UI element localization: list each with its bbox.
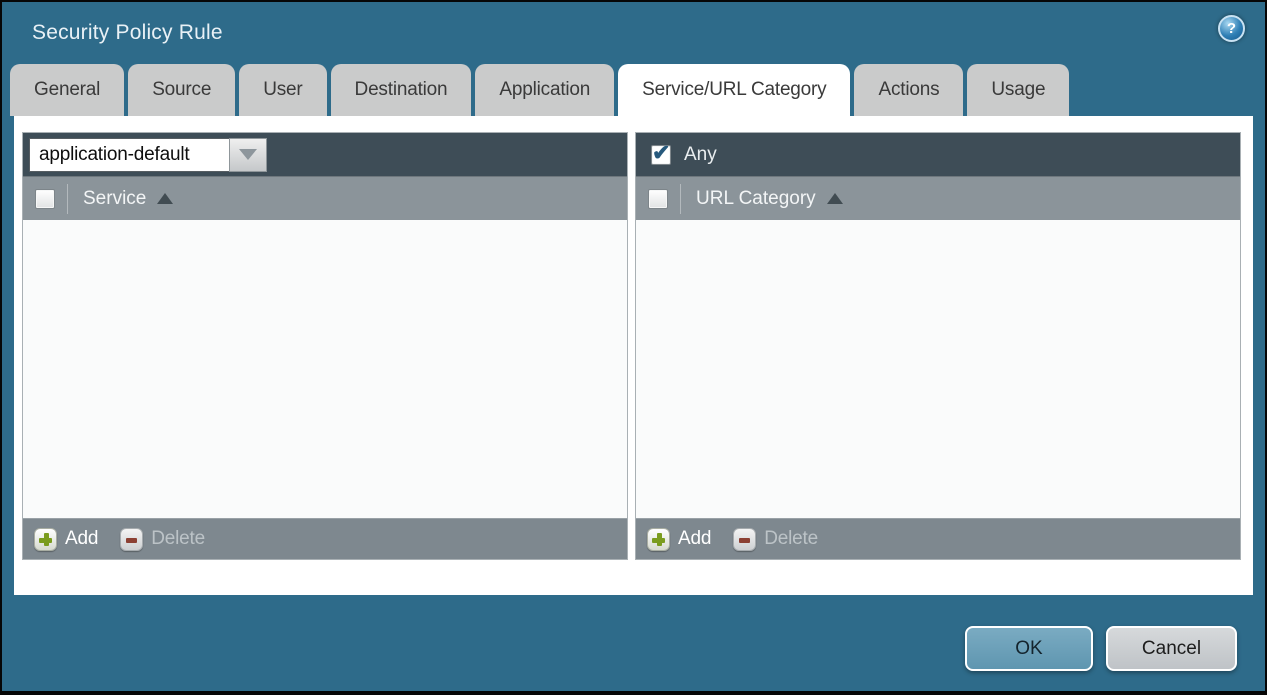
any-label: Any [684,144,717,166]
column-divider [67,184,68,214]
dialog-title: Security Policy Rule [32,21,223,45]
url-category-panel: ✔ Any URL Category Add [635,132,1241,560]
url-category-column-label: URL Category [696,188,816,210]
add-icon [34,528,57,551]
tab-actions[interactable]: Actions [854,64,963,116]
security-policy-rule-dialog: Security Policy Rule ? General Source Us… [0,0,1267,695]
url-category-toolbar: ✔ Any [636,133,1240,176]
service-list-body [23,220,627,518]
service-toolbar: application-default [23,133,627,176]
sort-ascending-icon [157,193,173,204]
dialog-button-row: OK Cancel [965,626,1237,671]
url-category-list-body [636,220,1240,518]
service-type-dropdown[interactable]: application-default [29,138,267,172]
tab-general[interactable]: General [10,64,124,116]
cancel-button[interactable]: Cancel [1106,626,1237,671]
add-button-label: Add [678,528,711,550]
service-add-button[interactable]: Add [34,528,98,551]
dialog-titlebar: Security Policy Rule ? [2,2,1265,64]
delete-icon [733,528,756,551]
tab-content-area: application-default Service [14,116,1253,595]
url-category-column-header[interactable]: URL Category [696,188,843,210]
url-category-add-button[interactable]: Add [647,528,711,551]
help-icon[interactable]: ? [1218,15,1245,42]
service-column-header[interactable]: Service [83,188,173,210]
add-button-label: Add [65,528,98,550]
chevron-down-icon [239,149,257,160]
service-column-label: Service [83,188,146,210]
sort-ascending-icon [827,193,843,204]
service-type-dropdown-value[interactable]: application-default [29,138,229,172]
column-divider [680,184,681,214]
url-category-delete-button[interactable]: Delete [733,528,818,551]
service-panel: application-default Service [22,132,628,560]
service-column-header-row: Service [23,176,627,220]
tab-usage[interactable]: Usage [967,64,1069,116]
add-icon [647,528,670,551]
tab-source[interactable]: Source [128,64,235,116]
service-footer: Add Delete [23,518,627,559]
dropdown-button[interactable] [229,138,267,172]
delete-icon [120,528,143,551]
ok-button[interactable]: OK [965,626,1093,671]
delete-button-label: Delete [151,528,205,550]
tab-destination[interactable]: Destination [331,64,472,116]
delete-button-label: Delete [764,528,818,550]
any-row: ✔ Any [642,144,717,166]
url-category-footer: Add Delete [636,518,1240,559]
tab-bar: General Source User Destination Applicat… [10,64,1265,116]
service-select-all-checkbox[interactable] [35,189,55,209]
service-delete-button[interactable]: Delete [120,528,205,551]
tab-service-url-category[interactable]: Service/URL Category [618,64,850,116]
tab-application[interactable]: Application [475,64,614,116]
url-category-column-header-row: URL Category [636,176,1240,220]
url-category-select-all-checkbox[interactable] [648,189,668,209]
any-checkbox[interactable]: ✔ [651,145,671,165]
tab-user[interactable]: User [239,64,326,116]
